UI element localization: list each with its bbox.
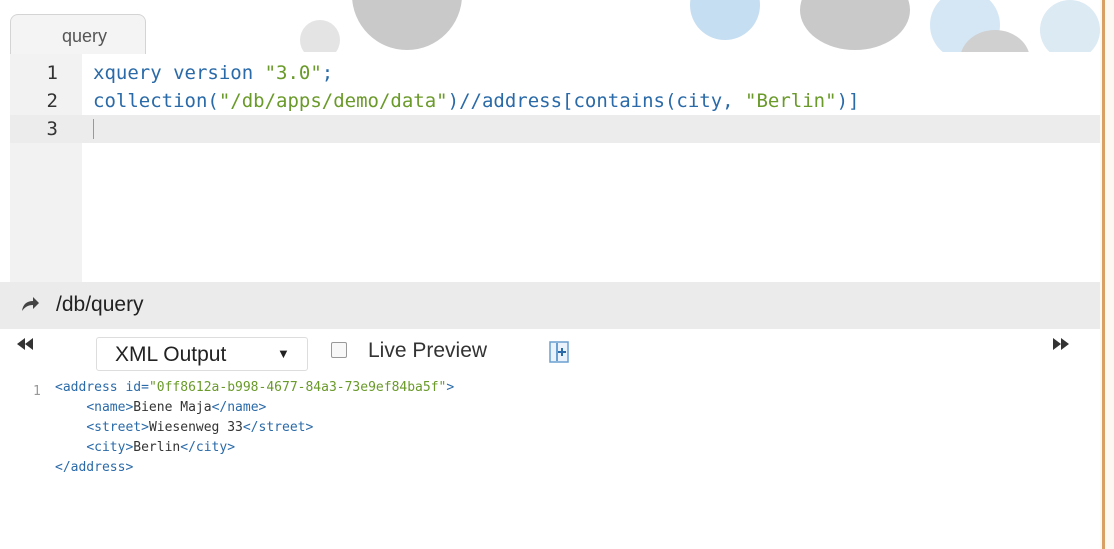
xml-token: <city> (86, 440, 134, 455)
expand-panel-icon[interactable] (549, 341, 569, 363)
output-line: </address> (55, 458, 454, 478)
live-preview-label: Live Preview (368, 339, 488, 362)
code-line[interactable]: 1 xquery version "3.0"; (10, 59, 1100, 87)
output-line: <address id="0ff8612a-b998-4677-84a3-73e… (55, 378, 454, 398)
output-toolbar: XML Output ▼ Live Preview (0, 329, 1100, 375)
output-line: <city>Berlin</city> (55, 438, 454, 458)
rewind-icon[interactable] (16, 335, 34, 358)
code-lines: 1 xquery version "3.0"; 2 collection("/db/a… (10, 59, 1100, 143)
tab-query[interactable]: query (10, 14, 146, 54)
xml-token: </street> (242, 420, 314, 435)
output-format-value: XML Output (115, 343, 227, 366)
output-format-select[interactable]: XML Output ▼ (96, 337, 308, 371)
decorative-bubble (300, 20, 340, 52)
line-number: 1 (46, 62, 58, 84)
share-arrow-icon[interactable] (20, 293, 40, 319)
line-number: 3 (46, 118, 58, 140)
decorative-bubble (690, 0, 760, 40)
xml-token: Biene Maja (133, 400, 212, 415)
xml-token: <name> (86, 400, 134, 415)
string-token: "Berlin" (745, 90, 837, 112)
code-line[interactable]: 2 collection("/db/apps/demo/data")//addre… (10, 87, 1100, 115)
code-token: collection( (93, 90, 219, 112)
output-lines: <address id="0ff8612a-b998-4677-84a3-73e… (55, 378, 454, 478)
output-line: <name>Biene Maja</name> (55, 398, 454, 418)
header-background (0, 0, 1114, 52)
decorative-bubble (352, 0, 462, 50)
code-token: )//address[contains(city, (447, 90, 746, 112)
xml-token: > (446, 380, 455, 395)
fast-forward-icon[interactable] (1052, 335, 1070, 358)
xml-token: Wiesenweg 33 (148, 420, 243, 435)
path-bar: /db/query (0, 282, 1100, 329)
xml-token: id= (117, 380, 149, 395)
output-line-number: 1 (33, 384, 41, 399)
code-token: ; (321, 62, 334, 84)
live-preview-checkbox[interactable] (331, 342, 347, 358)
xml-token: </city> (180, 440, 236, 455)
decorative-bubble (800, 0, 910, 50)
query-path: /db/query (56, 293, 144, 316)
tab-label: query (62, 26, 108, 46)
xml-token (55, 420, 86, 435)
result-output: 1 <address id="0ff8612a-b998-4677-84a3-7… (0, 375, 1100, 549)
code-editor[interactable]: 1 xquery version "3.0"; 2 collection("/db/a… (10, 53, 1100, 282)
xml-token: </address> (55, 460, 134, 475)
code-text: collection("/db/apps/demo/data")//addres… (93, 87, 859, 115)
xml-token (55, 400, 86, 415)
xml-token: Berlin (133, 440, 181, 455)
window-edge (1100, 0, 1114, 549)
xml-token: </name> (211, 400, 267, 415)
chevron-down-icon: ▼ (277, 346, 290, 361)
code-text: xquery version "3.0"; (93, 59, 333, 87)
xml-token: <address (55, 380, 118, 395)
string-token: "3.0" (264, 62, 322, 84)
xml-token (55, 440, 86, 455)
xml-token: <street> (86, 420, 149, 435)
xml-token: "0ff8612a-b998-4677-84a3-73e9ef84ba5f" (148, 380, 447, 395)
line-number: 2 (46, 90, 58, 112)
code-line[interactable]: 3 (10, 115, 1100, 143)
text-cursor (93, 119, 94, 139)
code-token: )] (836, 90, 860, 112)
decorative-bubble (1040, 0, 1100, 52)
output-line: <street>Wiesenweg 33</street> (55, 418, 454, 438)
code-token: xquery version (93, 62, 265, 84)
string-token: "/db/apps/demo/data" (218, 90, 448, 112)
